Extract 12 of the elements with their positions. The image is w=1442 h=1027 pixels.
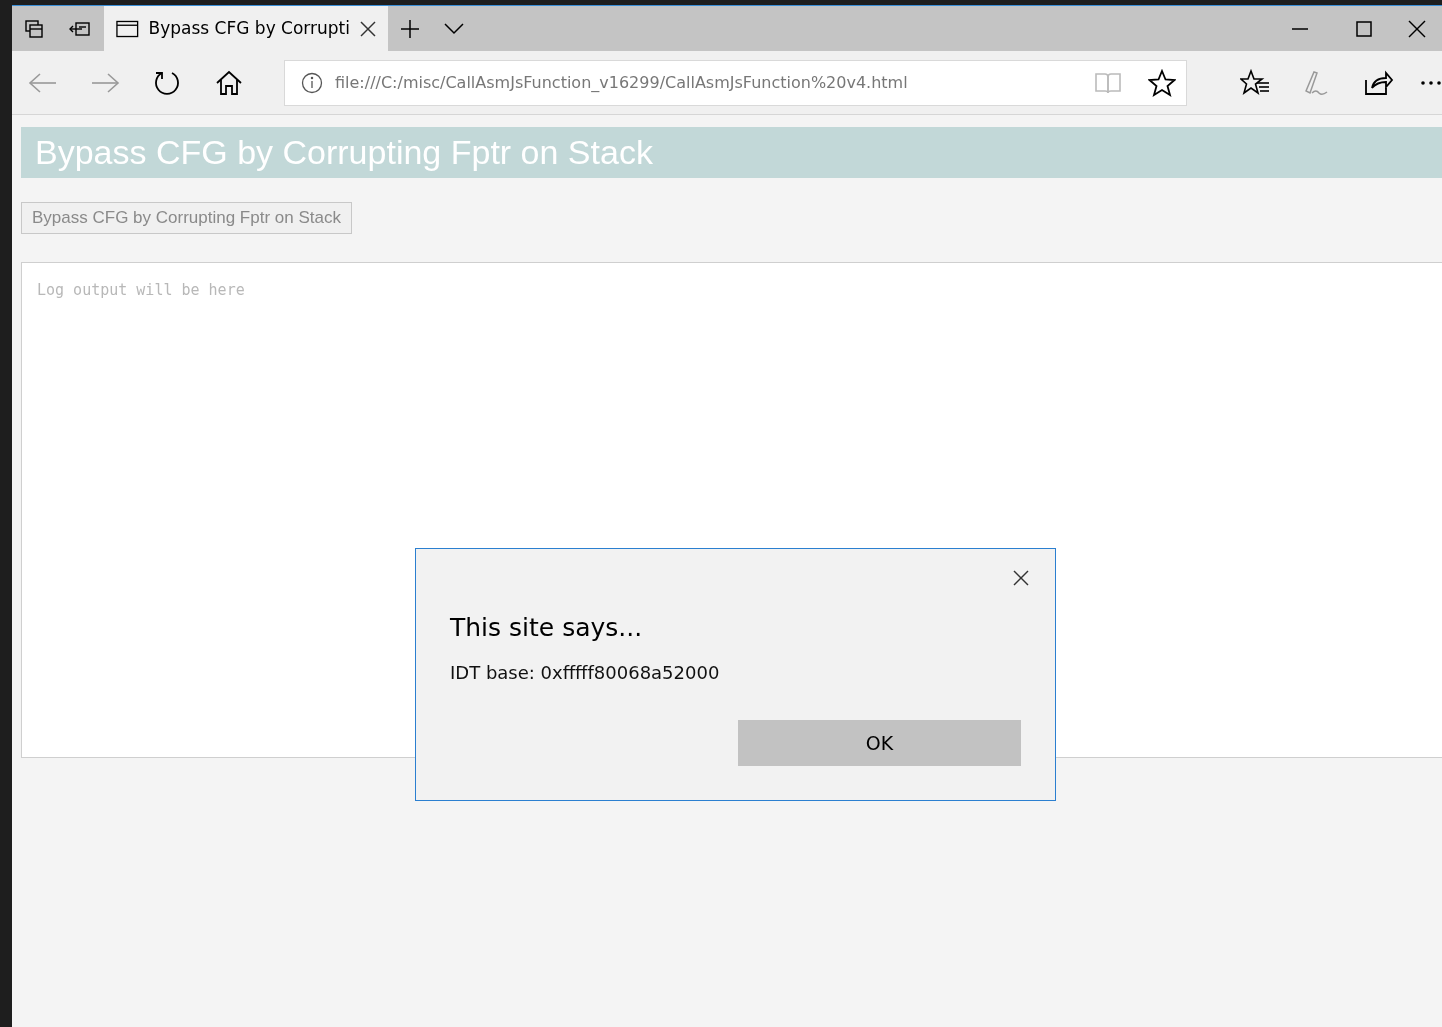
address-bar[interactable]: file:///C:/misc/CallAsmJsFunction_v16299/CallAsmJsFunction%20v4.html <box>284 59 1187 106</box>
page-icon <box>116 18 139 39</box>
tab-title: Bypass CFG by Corrupti <box>148 16 350 40</box>
page-heading: Bypass CFG by Corrupting Fptr on Stack <box>21 127 1442 178</box>
info-icon <box>301 71 323 94</box>
url-text: file:///C:/misc/CallAsmJsFunction_v16299/CallAsmJsFunction%20v4.html <box>335 71 909 94</box>
dialog-message: IDT base: 0xfffff80068a52000 <box>450 660 721 685</box>
close-tab-icon[interactable] <box>360 20 376 37</box>
browser-tab[interactable]: Bypass CFG by Corrupti <box>104 6 388 51</box>
dialog-title: This site says... <box>450 612 644 644</box>
star-icon[interactable] <box>1148 68 1176 97</box>
ok-button[interactable]: OK <box>738 720 1021 766</box>
